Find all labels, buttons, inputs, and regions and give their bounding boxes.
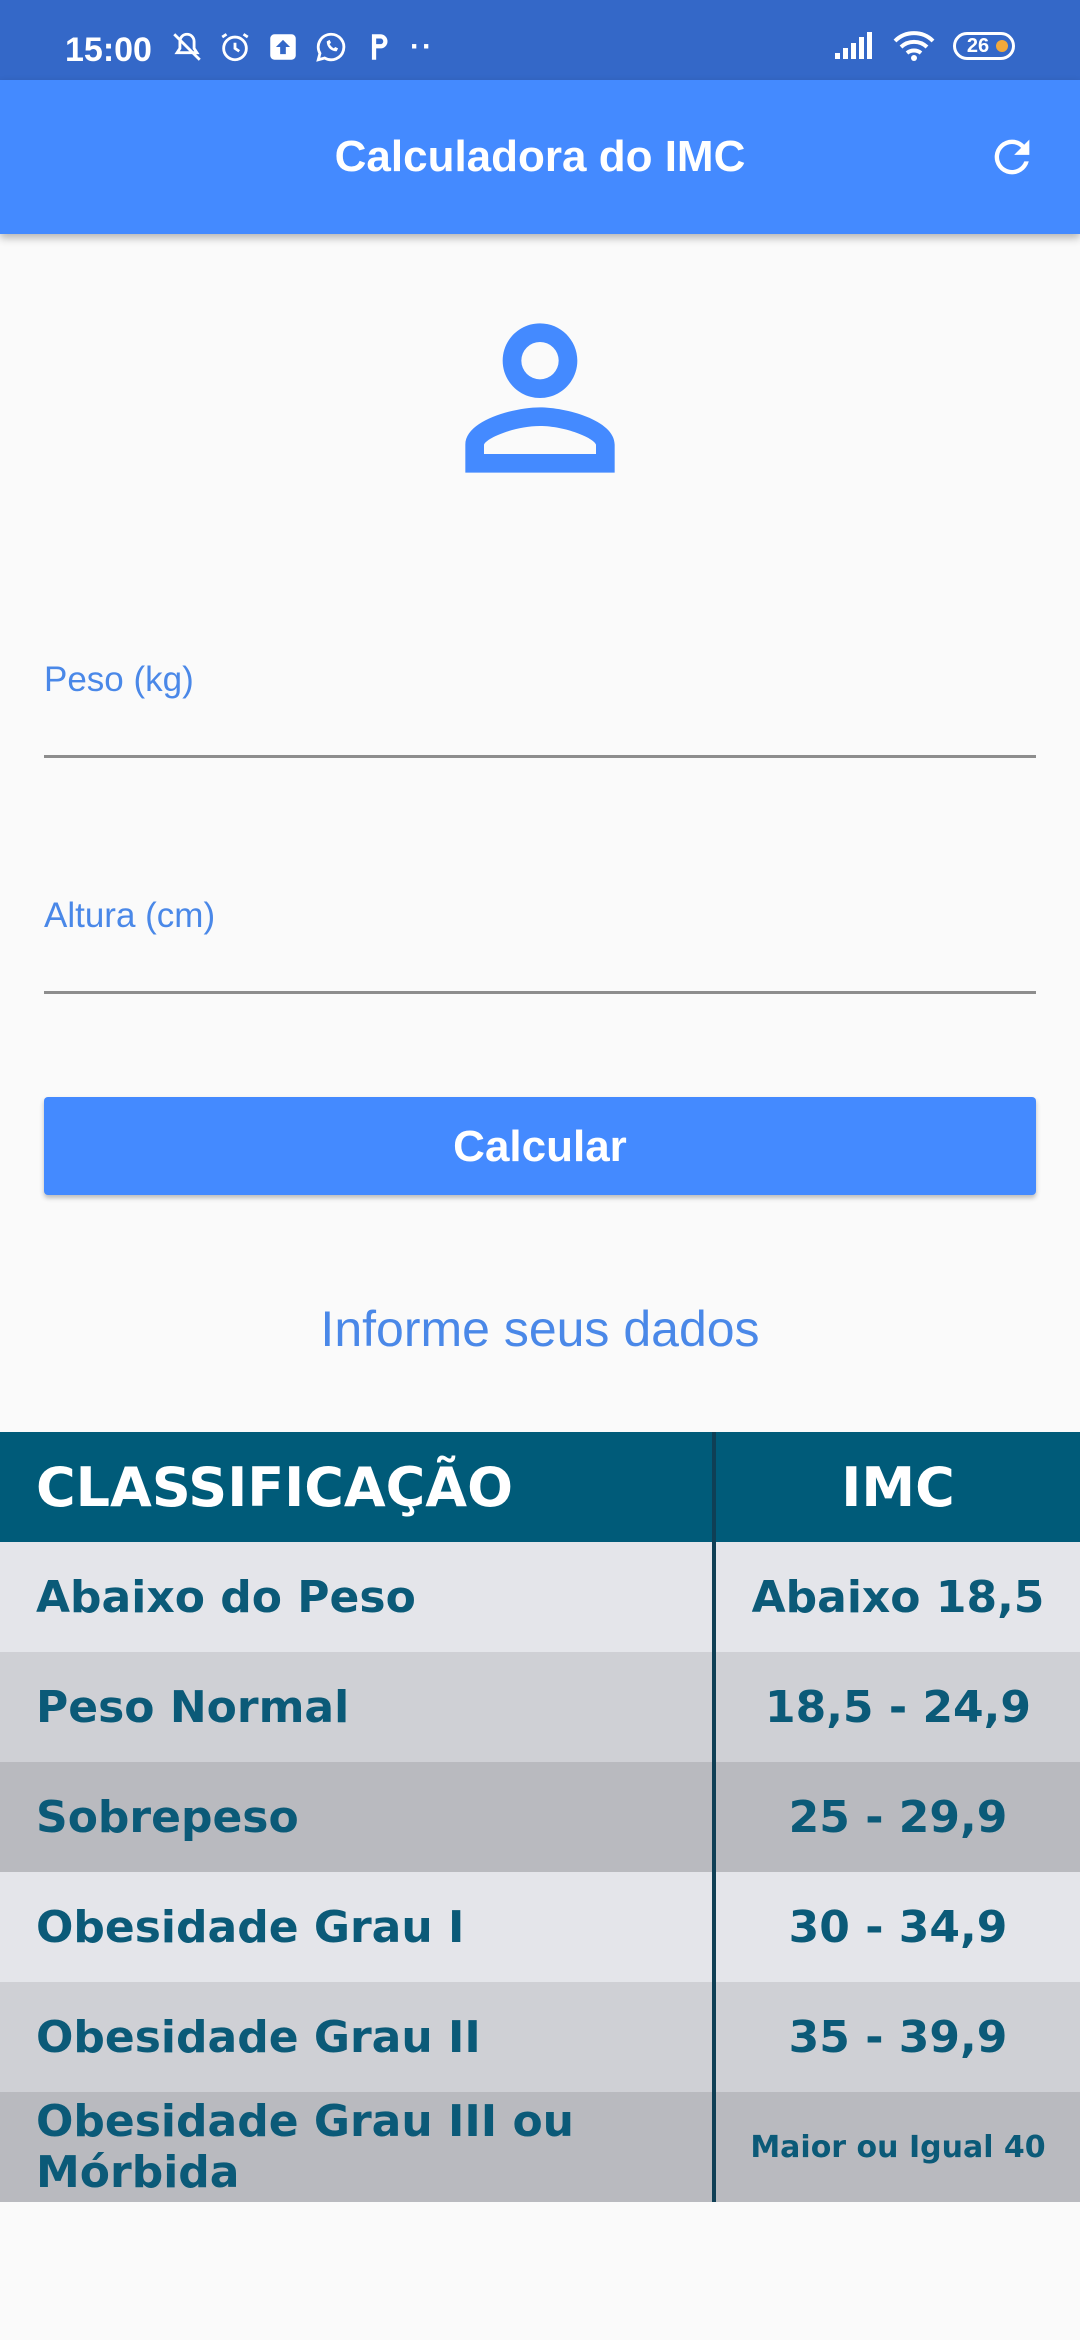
imc-cell: 30 - 34,9 (712, 1872, 1080, 1982)
status-icons-right: 26 (833, 30, 1015, 62)
app-bar: Calculadora do IMC (0, 80, 1080, 234)
classification-cell: Peso Normal (36, 1681, 350, 1733)
table-row: Abaixo do Peso Abaixo 18,5 (0, 1542, 1080, 1652)
header-classificacao: CLASSIFICAÇÃO (36, 1455, 514, 1519)
upload-icon (270, 34, 296, 60)
classification-cell: Sobrepeso (36, 1791, 299, 1843)
imc-cell: 25 - 29,9 (712, 1762, 1080, 1872)
table-row: Obesidade Grau II 35 - 39,9 (0, 1982, 1080, 2092)
classification-cell: Obesidade Grau I (36, 1901, 465, 1953)
app-title: Calculadora do IMC (334, 132, 746, 181)
mute-icon (173, 32, 201, 61)
imc-cell: 35 - 39,9 (712, 1982, 1080, 2092)
alarm-icon (221, 33, 249, 62)
table-row: Peso Normal 18,5 - 24,9 (0, 1652, 1080, 1762)
refresh-icon (994, 139, 1030, 175)
altura-field[interactable]: Altura (cm) (44, 896, 1040, 994)
whatsapp-icon (316, 32, 346, 62)
imc-cell: Maior ou Igual 40 (712, 2092, 1080, 2202)
peso-underline (44, 755, 1036, 758)
refresh-button[interactable] (980, 125, 1044, 189)
classification-cell: Obesidade Grau II (36, 2011, 481, 2063)
more-notifications-icon: ·· (410, 30, 434, 63)
peso-field[interactable]: Peso (kg) (44, 660, 1040, 758)
altura-input[interactable] (44, 940, 1040, 992)
imc-cell: 18,5 - 24,9 (712, 1652, 1080, 1762)
peso-label: Peso (kg) (44, 660, 194, 699)
altura-underline (44, 991, 1036, 994)
classification-cell: Obesidade Grau III ou Mórbida (36, 2096, 574, 2198)
wifi-icon (893, 31, 935, 61)
altura-label: Altura (cm) (44, 896, 216, 935)
imc-cell: Abaixo 18,5 (712, 1542, 1080, 1652)
status-time: 15:00 (65, 31, 152, 69)
battery-icon: 26 (953, 32, 1015, 60)
status-bar: 15:00 ·· 26 (0, 0, 1080, 80)
status-icons-left: ·· (170, 30, 434, 64)
table-row: Sobrepeso 25 - 29,9 (0, 1762, 1080, 1872)
p-icon (371, 34, 388, 60)
classification-cell: Abaixo do Peso (36, 1571, 416, 1623)
calcular-button[interactable]: Calcular (44, 1097, 1036, 1195)
person-icon (465, 323, 615, 473)
table-row: Obesidade Grau III ou Mórbida Maior ou I… (0, 2092, 1080, 2202)
signal-icon (835, 32, 872, 59)
table-row: Obesidade Grau I 30 - 34,9 (0, 1872, 1080, 1982)
peso-input[interactable] (44, 704, 1040, 756)
info-text: Informe seus dados (320, 1301, 760, 1357)
imc-table: CLASSIFICAÇÃO IMC Abaixo do Peso Abaixo … (0, 1432, 1080, 2202)
header-imc: IMC (712, 1432, 1080, 1542)
table-header-row: CLASSIFICAÇÃO IMC (0, 1432, 1080, 1542)
battery-level: 26 (966, 35, 990, 57)
